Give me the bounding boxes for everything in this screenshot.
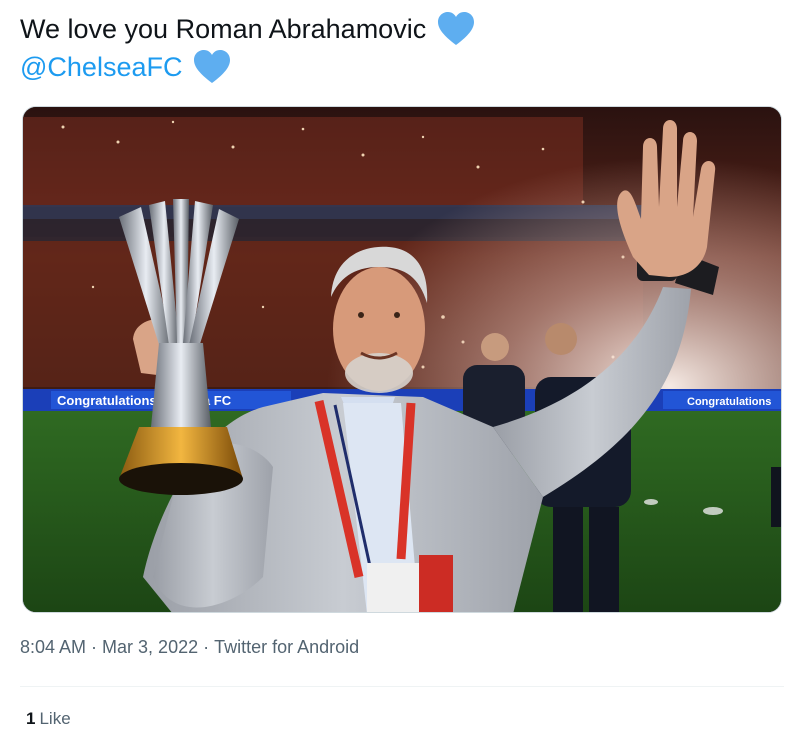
photo-illustration: Congratulations Chelsea FC Congratulatio… [23,107,781,612]
tweet-text: We love you Roman Abrahamovic @ChelseaFC [20,10,780,86]
like-label: Like [39,709,71,728]
meta-separator: · [198,636,215,657]
like-count: 1 [26,709,36,728]
source-app-link[interactable]: Twitter for Android [214,637,359,657]
likes-link[interactable]: 1 Like [26,709,71,729]
blue-heart-icon [192,49,232,85]
tweet-text-line-2: @ChelseaFC [20,48,780,86]
meta-separator: · [86,636,103,657]
blue-heart-icon [436,11,476,47]
tweet-metadata: 8:04 AM · Mar 3, 2022 · Twitter for Andr… [20,636,359,658]
banner-text-right: Congratulations [687,396,771,408]
tweet-photo[interactable]: Congratulations Chelsea FC Congratulatio… [22,106,782,613]
timestamp-date[interactable]: Mar 3, 2022 [102,637,198,657]
divider [20,686,784,687]
mention-link[interactable]: @ChelseaFC [20,48,182,86]
tweet-text-main: We love you Roman Abrahamovic [20,14,427,44]
tweet-text-line-1: We love you Roman Abrahamovic [20,10,780,48]
timestamp-time[interactable]: 8:04 AM [20,637,86,657]
